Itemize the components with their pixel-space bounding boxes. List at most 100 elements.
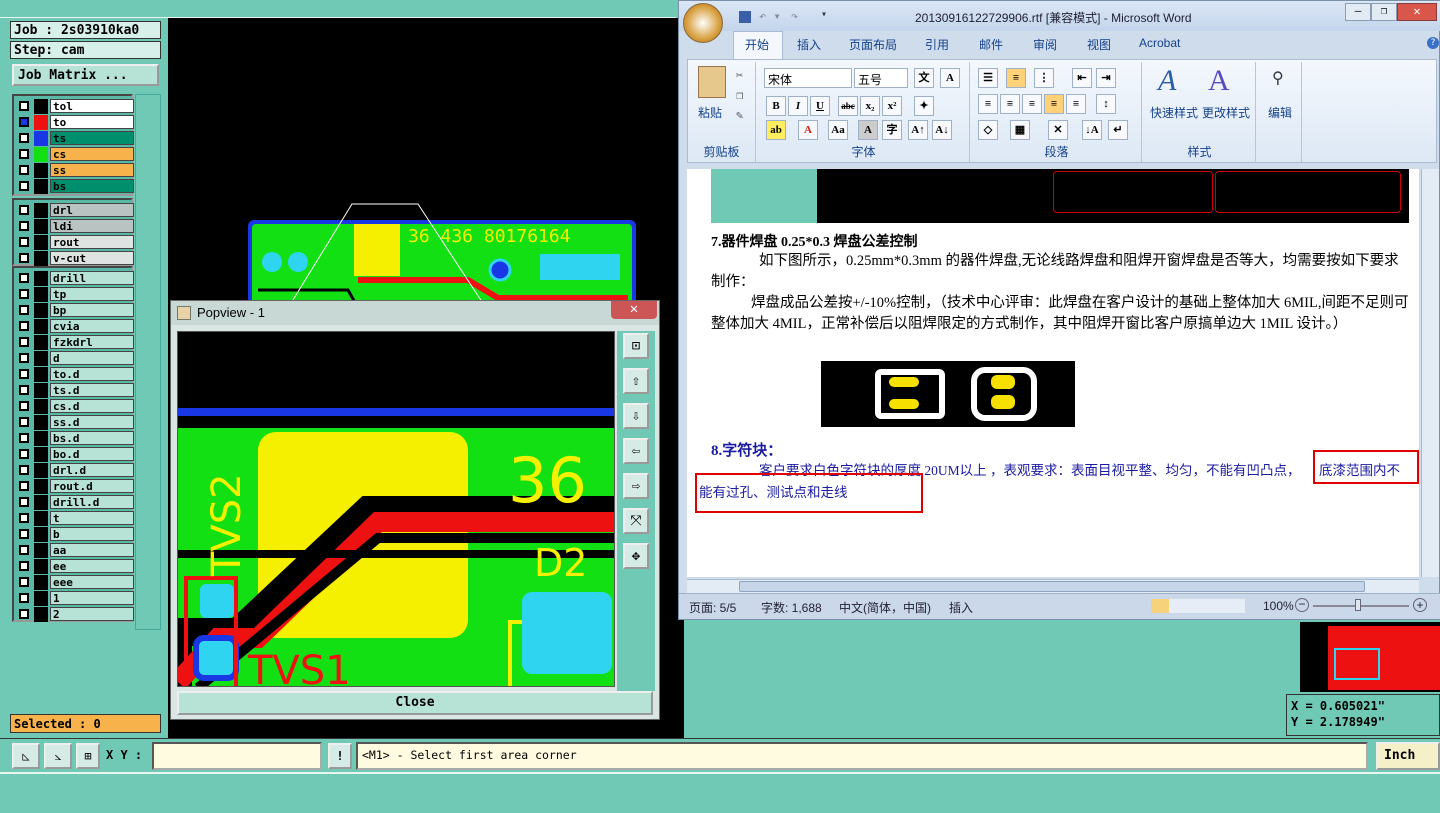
- horizontal-scrollbar[interactable]: [687, 579, 1419, 593]
- alert-icon[interactable]: !: [328, 743, 352, 769]
- layer-checkbox[interactable]: [19, 593, 29, 603]
- layer-name[interactable]: cs.d: [50, 399, 134, 413]
- align-left-icon[interactable]: ≡: [978, 94, 998, 114]
- layer-checkbox[interactable]: [19, 305, 29, 315]
- layer-name[interactable]: ee: [50, 559, 134, 573]
- layer-checkbox[interactable]: [19, 577, 29, 587]
- job-matrix-button[interactable]: Job Matrix ...: [12, 64, 159, 86]
- layer-checkbox[interactable]: [19, 417, 29, 427]
- layer-checkbox[interactable]: [19, 205, 29, 215]
- layer-checkbox[interactable]: [19, 237, 29, 247]
- format-painter-icon[interactable]: ✎: [736, 108, 743, 122]
- change-case-icon[interactable]: Aa: [828, 120, 848, 140]
- layer-checkbox[interactable]: [19, 401, 29, 411]
- layer-checkbox[interactable]: [19, 321, 29, 331]
- layer-color-swatch[interactable]: [34, 511, 48, 526]
- layer-checkbox[interactable]: [19, 609, 29, 619]
- layer-name[interactable]: bs.d: [50, 431, 134, 445]
- layer-color-swatch[interactable]: [34, 335, 48, 350]
- layer-row-rout.d[interactable]: rout.d: [16, 479, 134, 494]
- paste-icon[interactable]: [698, 66, 726, 98]
- layer-checkbox[interactable]: [19, 253, 29, 263]
- zoom-in-icon[interactable]: ✥: [623, 543, 649, 569]
- layer-row-aa[interactable]: aa: [16, 543, 134, 558]
- horizontal-scroll-thumb[interactable]: [739, 581, 1365, 592]
- zoom-out-button[interactable]: −: [1295, 598, 1309, 612]
- layer-name[interactable]: tp: [50, 287, 134, 301]
- layer-row-drill[interactable]: drill: [16, 271, 134, 286]
- layer-row-v-cut[interactable]: v-cut: [16, 251, 134, 266]
- layer-color-swatch[interactable]: [34, 147, 48, 162]
- layer-color-swatch[interactable]: [34, 251, 48, 266]
- layer-row-1[interactable]: 1: [16, 591, 134, 606]
- layer-color-swatch[interactable]: [34, 319, 48, 334]
- enclose-characters-icon[interactable]: 字: [882, 120, 902, 140]
- layer-color-swatch[interactable]: [34, 131, 48, 146]
- layer-checkbox[interactable]: [19, 449, 29, 459]
- zoom-level[interactable]: 100%: [1263, 599, 1294, 613]
- layer-row-ldi[interactable]: ldi: [16, 219, 134, 234]
- layer-row-ee[interactable]: ee: [16, 559, 134, 574]
- layer-row-bp[interactable]: bp: [16, 303, 134, 318]
- layer-checkbox[interactable]: [19, 465, 29, 475]
- layer-row-t[interactable]: t: [16, 511, 134, 526]
- cut-icon[interactable]: ✂: [736, 68, 743, 82]
- tab-insert[interactable]: 插入: [797, 36, 821, 53]
- layer-color-swatch[interactable]: [34, 559, 48, 574]
- layer-color-swatch[interactable]: [34, 575, 48, 590]
- layer-row-2[interactable]: 2: [16, 607, 134, 622]
- layer-color-swatch[interactable]: [34, 99, 48, 114]
- underline-icon[interactable]: U: [810, 96, 830, 116]
- bullets-icon[interactable]: ☰: [978, 68, 998, 88]
- layer-checkbox[interactable]: [19, 273, 29, 283]
- layer-checkbox[interactable]: [19, 561, 29, 571]
- layer-name[interactable]: ss.d: [50, 415, 134, 429]
- layer-color-swatch[interactable]: [34, 367, 48, 382]
- layer-name[interactable]: bo.d: [50, 447, 134, 461]
- layer-color-swatch[interactable]: [34, 303, 48, 318]
- show-marks-icon[interactable]: ↵: [1108, 120, 1128, 140]
- quick-access-redo-icon[interactable]: ↷: [791, 9, 811, 23]
- increase-indent-icon[interactable]: ⇥: [1096, 68, 1116, 88]
- layer-row-eee[interactable]: eee: [16, 575, 134, 590]
- layer-row-b[interactable]: b: [16, 527, 134, 542]
- layer-row-drill.d[interactable]: drill.d: [16, 495, 134, 510]
- vertical-scrollbar[interactable]: [1421, 169, 1439, 577]
- italic-icon[interactable]: I: [788, 96, 808, 116]
- tab-references[interactable]: 引用: [925, 36, 949, 53]
- distributed-icon[interactable]: ≡: [1066, 94, 1086, 114]
- edit-button[interactable]: 编辑: [1268, 104, 1292, 121]
- layer-row-d[interactable]: d: [16, 351, 134, 366]
- xy-input[interactable]: [152, 742, 322, 770]
- tab-acrobat[interactable]: Acrobat: [1139, 36, 1180, 50]
- quick-access-save-icon[interactable]: [739, 11, 751, 23]
- change-style-button[interactable]: 更改样式: [1202, 104, 1250, 121]
- layer-checkbox[interactable]: [19, 165, 29, 175]
- layer-checkbox[interactable]: [19, 289, 29, 299]
- layer-name[interactable]: ts: [50, 131, 134, 145]
- clear-formatting-icon[interactable]: ✦: [914, 96, 934, 116]
- layer-name[interactable]: ss: [50, 163, 134, 177]
- layer-color-swatch[interactable]: [34, 399, 48, 414]
- layer-row-ts[interactable]: ts: [16, 131, 134, 146]
- multilevel-list-icon[interactable]: ⋮: [1034, 68, 1054, 88]
- layer-checkbox[interactable]: [19, 497, 29, 507]
- layer-row-to.d[interactable]: to.d: [16, 367, 134, 382]
- shading-icon[interactable]: ◇: [978, 120, 998, 140]
- character-shading-icon[interactable]: A: [858, 120, 878, 140]
- layer-row-drl.d[interactable]: drl.d: [16, 463, 134, 478]
- unit-select[interactable]: Inch: [1376, 742, 1440, 770]
- layer-color-swatch[interactable]: [34, 607, 48, 622]
- layer-name[interactable]: d: [50, 351, 134, 365]
- character-border-icon[interactable]: A: [940, 68, 960, 88]
- layer-checkbox[interactable]: [19, 181, 29, 191]
- layer-checkbox[interactable]: [19, 101, 29, 111]
- layer-name[interactable]: 2: [50, 607, 134, 621]
- layer-checkbox[interactable]: [19, 149, 29, 159]
- layer-row-ss.d[interactable]: ss.d: [16, 415, 134, 430]
- layer-name[interactable]: cs: [50, 147, 134, 161]
- zoom-slider[interactable]: [1313, 605, 1409, 607]
- tab-page-layout[interactable]: 页面布局: [849, 36, 897, 53]
- layer-name[interactable]: fzkdrl: [50, 335, 134, 349]
- layer-name[interactable]: v-cut: [50, 251, 134, 265]
